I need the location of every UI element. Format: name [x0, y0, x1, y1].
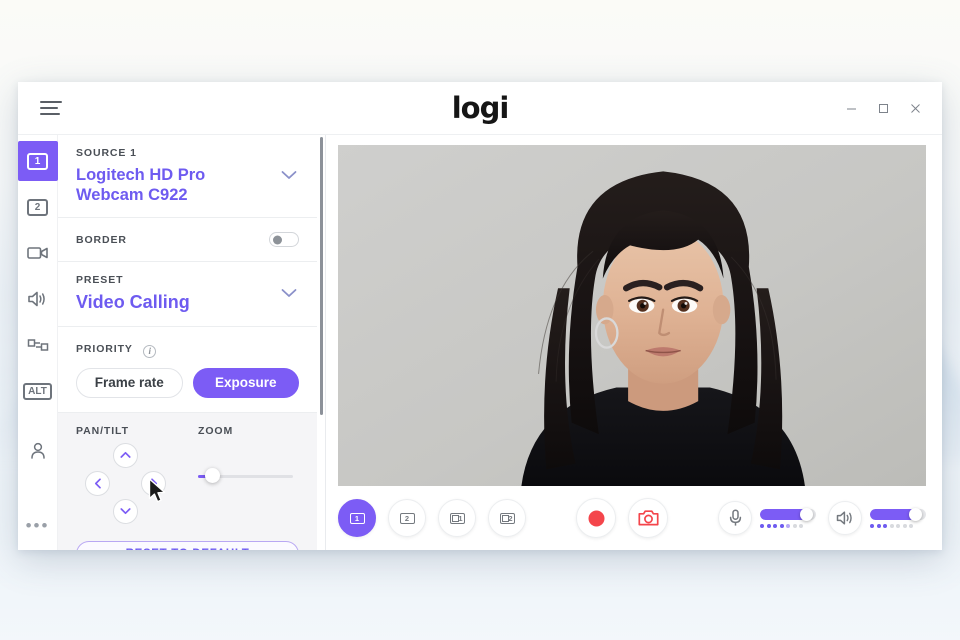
- border-label: BORDER: [76, 233, 127, 246]
- speaker-level-meter: [870, 523, 926, 528]
- more-options-icon[interactable]: •••: [26, 517, 50, 534]
- speaker-button[interactable]: [828, 501, 862, 535]
- logitech-capture-window: logi 1 2 ALT ••• SOURCE 1 Logitech HD Pr…: [18, 82, 942, 550]
- window-controls: [836, 95, 930, 121]
- layout-pip-1-button[interactable]: 1: [438, 499, 476, 537]
- app-body: 1 2 ALT ••• SOURCE 1 Logitech HD Pro Web…: [18, 134, 942, 550]
- border-section: BORDER: [58, 218, 317, 263]
- minimize-icon[interactable]: [836, 95, 866, 121]
- hamburger-icon[interactable]: [40, 97, 62, 119]
- person-icon: [30, 442, 45, 459]
- toggle-knob: [273, 235, 282, 245]
- preset-value[interactable]: Video Calling: [76, 292, 261, 314]
- sidebar-item-alt[interactable]: ALT: [18, 371, 58, 411]
- border-toggle[interactable]: [269, 232, 299, 248]
- speaker-controls: [828, 501, 926, 535]
- source-section: SOURCE 1 Logitech HD Pro Webcam C922: [58, 135, 317, 219]
- settings-panel: SOURCE 1 Logitech HD Pro Webcam C922 BOR…: [58, 135, 326, 550]
- source-1-label: 1: [27, 152, 48, 170]
- alt-label: ALT: [23, 382, 52, 400]
- zoom-control: [198, 443, 299, 529]
- mic-level-meter: [760, 523, 816, 528]
- priority-section: PRIORITY i Frame rate Exposure: [58, 327, 317, 413]
- priority-frame-rate-button[interactable]: Frame rate: [76, 367, 183, 398]
- microphone-volume-slider[interactable]: [760, 507, 816, 528]
- sidebar-item-transition[interactable]: [18, 325, 58, 365]
- layout-pip-2-button[interactable]: 2: [488, 499, 526, 537]
- layout-source-2-button[interactable]: 2: [388, 499, 426, 537]
- maximize-icon[interactable]: [868, 95, 898, 121]
- settings-scroll-area: SOURCE 1 Logitech HD Pro Webcam C922 BOR…: [58, 135, 325, 550]
- camera-icon: [637, 510, 659, 526]
- pan-tilt-zoom-section: PAN/TILT ZOOM: [58, 412, 317, 535]
- sidebar-item-camera[interactable]: [18, 233, 58, 273]
- sidebar-item-source-2[interactable]: 2: [18, 187, 58, 227]
- preview-stage: 1 2 1 2: [326, 135, 942, 550]
- layout-source-1-button[interactable]: 1: [338, 499, 376, 537]
- pan-down-button[interactable]: [113, 498, 138, 524]
- priority-options: Frame rate Exposure: [76, 367, 299, 398]
- snapshot-button[interactable]: [628, 498, 668, 538]
- pan-tilt-dpad: [76, 442, 198, 529]
- source-chevron-down-icon[interactable]: [281, 167, 297, 185]
- sidebar-item-source-1[interactable]: 1: [18, 141, 58, 181]
- layout-pip-2-icon: 2: [499, 512, 515, 524]
- transition-icon: [27, 339, 48, 351]
- info-icon[interactable]: i: [143, 344, 157, 358]
- record-icon: [588, 510, 604, 526]
- record-button[interactable]: [576, 498, 616, 538]
- ptz-controls: [76, 442, 299, 529]
- source-2-label: 2: [27, 198, 48, 216]
- priority-label: PRIORITY: [76, 343, 133, 356]
- speaker-volume-slider[interactable]: [870, 507, 926, 528]
- priority-exposure-button[interactable]: Exposure: [192, 367, 299, 398]
- source-value[interactable]: Logitech HD Pro Webcam C922: [76, 165, 261, 205]
- layout-1-icon: 1: [349, 512, 365, 524]
- speaker-icon: [836, 511, 852, 525]
- zoom-slider-thumb[interactable]: [205, 467, 221, 483]
- speaker-icon: [27, 291, 45, 307]
- video-preview[interactable]: [338, 145, 926, 486]
- icon-rail: 1 2 ALT •••: [18, 135, 58, 550]
- layout-pip-1-icon: 1: [449, 512, 465, 524]
- preset-label: PRESET: [76, 274, 124, 287]
- bottom-toolbar: 1 2 1 2: [338, 486, 926, 550]
- panel-scrollbar[interactable]: [320, 137, 323, 415]
- title-bar: logi: [18, 82, 942, 134]
- zoom-label: ZOOM: [198, 424, 234, 437]
- pantilt-label: PAN/TILT: [76, 424, 129, 437]
- reset-area: RESET TO DEFAULT: [58, 534, 317, 550]
- ptz-headers: PAN/TILT ZOOM: [76, 425, 299, 437]
- preset-section: PRESET Video Calling: [58, 262, 317, 328]
- microphone-button[interactable]: [718, 501, 752, 535]
- mic-volume-thumb[interactable]: [800, 507, 814, 521]
- close-icon[interactable]: [900, 95, 930, 121]
- camcorder-icon: [26, 247, 48, 259]
- zoom-slider[interactable]: [198, 467, 299, 483]
- microphone-controls: [718, 501, 816, 535]
- pan-left-button[interactable]: [85, 470, 110, 496]
- preset-chevron-down-icon[interactable]: [281, 285, 297, 303]
- priority-header: PRIORITY i: [76, 339, 299, 358]
- source-label: SOURCE 1: [76, 147, 137, 159]
- pan-up-button[interactable]: [113, 442, 138, 468]
- webcam-feed: [338, 145, 926, 486]
- pan-right-button[interactable]: [141, 470, 166, 496]
- app-logo: logi: [451, 91, 510, 125]
- layout-2-icon: 2: [399, 512, 415, 524]
- sidebar-item-audio[interactable]: [18, 279, 58, 319]
- speaker-volume-thumb[interactable]: [908, 507, 922, 521]
- microphone-icon: [729, 509, 741, 526]
- sidebar-item-profile[interactable]: [18, 431, 58, 471]
- reset-to-default-button[interactable]: RESET TO DEFAULT: [76, 540, 299, 550]
